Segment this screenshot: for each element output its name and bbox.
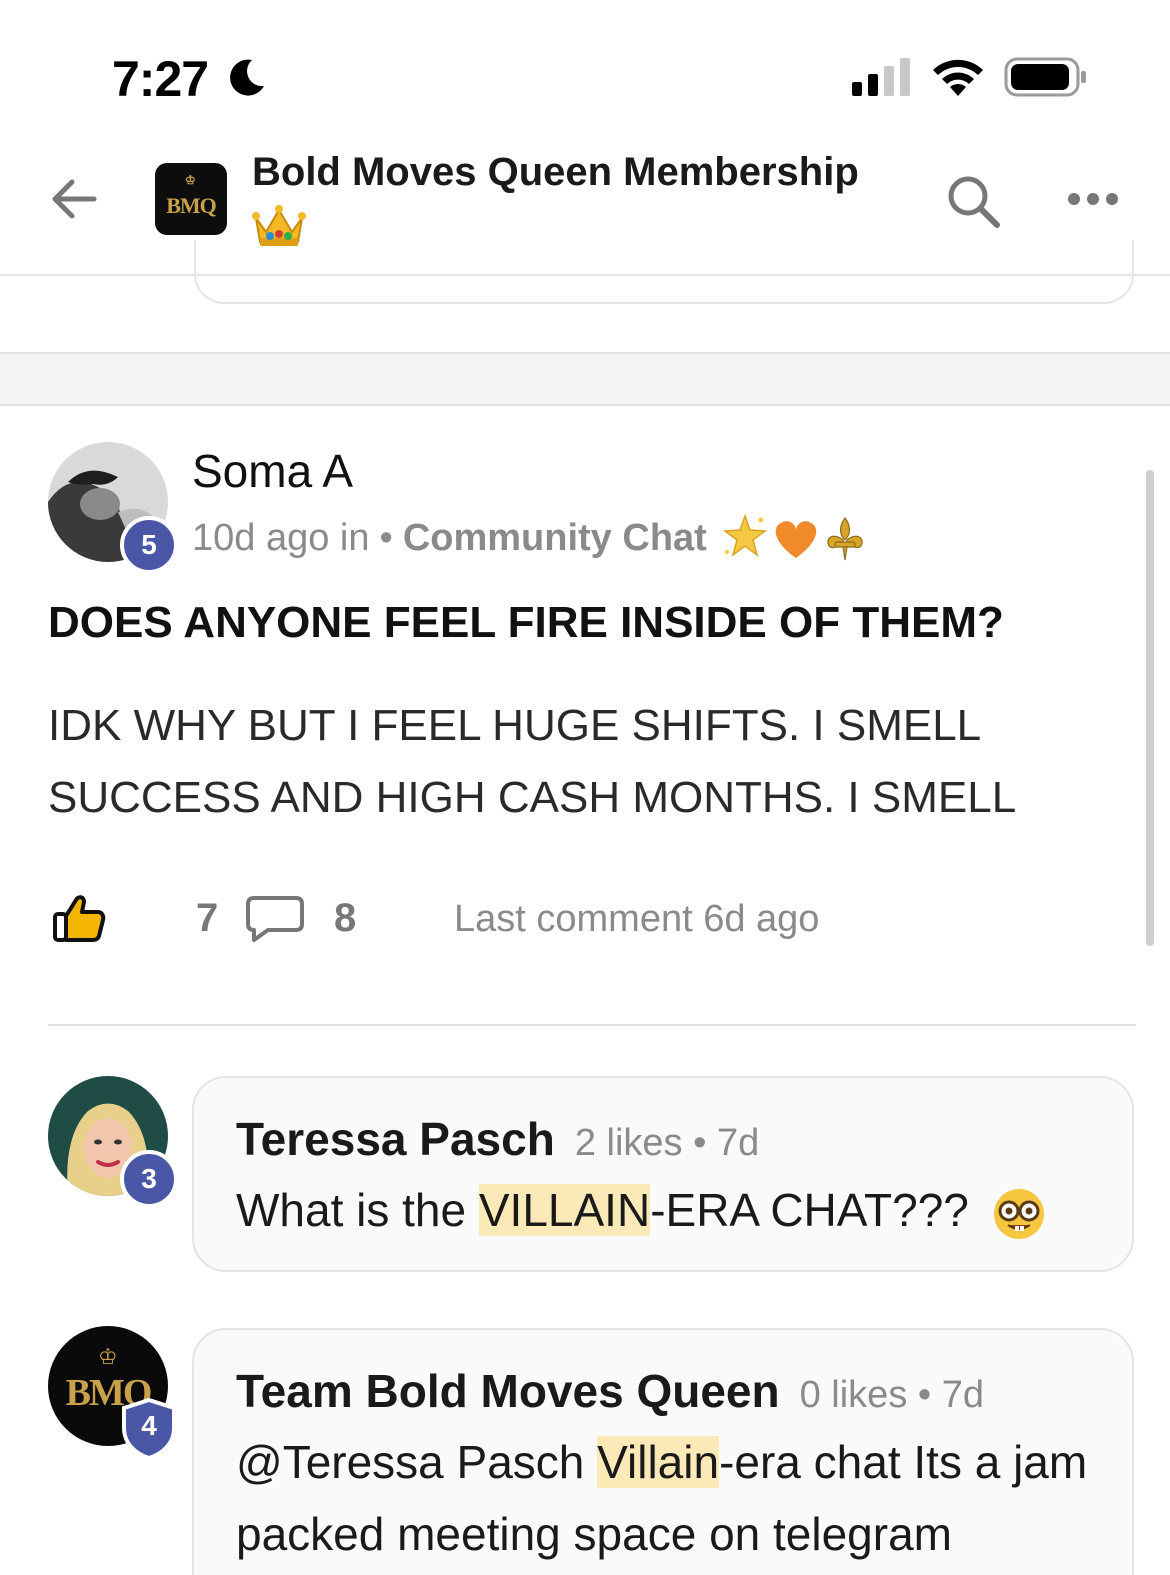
highlighted-keyword[interactable]: Villain	[597, 1436, 720, 1488]
meta-separator: •	[379, 516, 393, 559]
more-options-icon[interactable]	[1066, 190, 1120, 208]
highlighted-keyword[interactable]: VILLAIN	[478, 1184, 651, 1236]
nerd-face-emoji-icon	[993, 1188, 1044, 1239]
comment-count: 8	[334, 896, 357, 940]
comment-text-end: -ERA CHAT???	[650, 1184, 982, 1236]
level-badge: 3	[120, 1150, 178, 1208]
previous-card-edge	[194, 240, 1134, 304]
level-badge: 4	[120, 1398, 178, 1462]
like-thumbs-up-icon[interactable]	[52, 892, 106, 944]
comment-card[interactable]: Teressa Pasch 2 likes • 7d What is the VI…	[192, 1076, 1134, 1272]
avatar-crown-icon: ♔	[98, 1344, 118, 1369]
channel-link[interactable]: Community Chat	[403, 517, 707, 560]
battery-icon	[1004, 57, 1086, 97]
post-meta: 10d ago in • Community Chat	[192, 512, 871, 564]
status-bar: 7:27	[0, 0, 1170, 130]
post-divider	[48, 1024, 1136, 1026]
group-title[interactable]: Bold Moves Queen Membership	[252, 150, 859, 195]
level-badge-number: 4	[141, 1410, 157, 1441]
comment-meta: 0 likes • 7d	[799, 1374, 985, 1416]
comment-meta: 2 likes • 7d	[574, 1122, 760, 1164]
channel-emojis-icon	[722, 513, 863, 561]
back-arrow-icon[interactable]	[46, 174, 102, 224]
comment-header: Team Bold Moves Queen 0 likes • 7d	[236, 1364, 984, 1418]
post-time: 10d ago in	[192, 516, 370, 559]
comment-text-start: @Teressa Pasch	[236, 1436, 598, 1488]
last-comment-time: Last comment 6d ago	[454, 898, 820, 940]
comment-author-name[interactable]: Teressa Pasch	[236, 1113, 555, 1165]
scrollbar[interactable]	[1146, 470, 1154, 946]
comment-text-start: What is the	[236, 1184, 479, 1236]
like-count: 7	[196, 896, 219, 940]
comment-text[interactable]: @Teressa Pasch Villain-era chat Its a ja…	[236, 1426, 1116, 1570]
post-body[interactable]: IDK WHY BUT I FEEL HUGE SHIFTS. I SMELL …	[48, 690, 1118, 834]
feed-section-divider	[0, 352, 1170, 406]
comment-text[interactable]: What is the VILLAIN-ERA CHAT???	[236, 1174, 1116, 1246]
search-icon[interactable]	[944, 172, 1002, 230]
level-badge: 5	[120, 516, 178, 574]
comment-card[interactable]: Team Bold Moves Queen 0 likes • 7d @Teres…	[192, 1328, 1134, 1575]
crown-icon: ♔	[185, 173, 196, 187]
group-logo-text: BMQ	[166, 193, 217, 218]
post-author-name[interactable]: Soma A	[192, 444, 353, 498]
wifi-icon	[933, 59, 983, 96]
moon-icon	[230, 59, 264, 96]
post-title[interactable]: DOES ANYONE FEEL FIRE INSIDE OF THEM?	[48, 598, 1004, 648]
post-reactions: 7 8 Last comment 6d ago	[48, 890, 948, 950]
cellular-signal-icon	[852, 58, 910, 96]
comment-header: Teressa Pasch 2 likes • 7d	[236, 1112, 759, 1166]
status-time: 7:27	[112, 51, 209, 107]
comment-author-name[interactable]: Team Bold Moves Queen	[236, 1365, 780, 1417]
comment-bubble-icon[interactable]	[246, 894, 304, 942]
group-logo[interactable]: ♔ BMQ	[155, 163, 227, 235]
